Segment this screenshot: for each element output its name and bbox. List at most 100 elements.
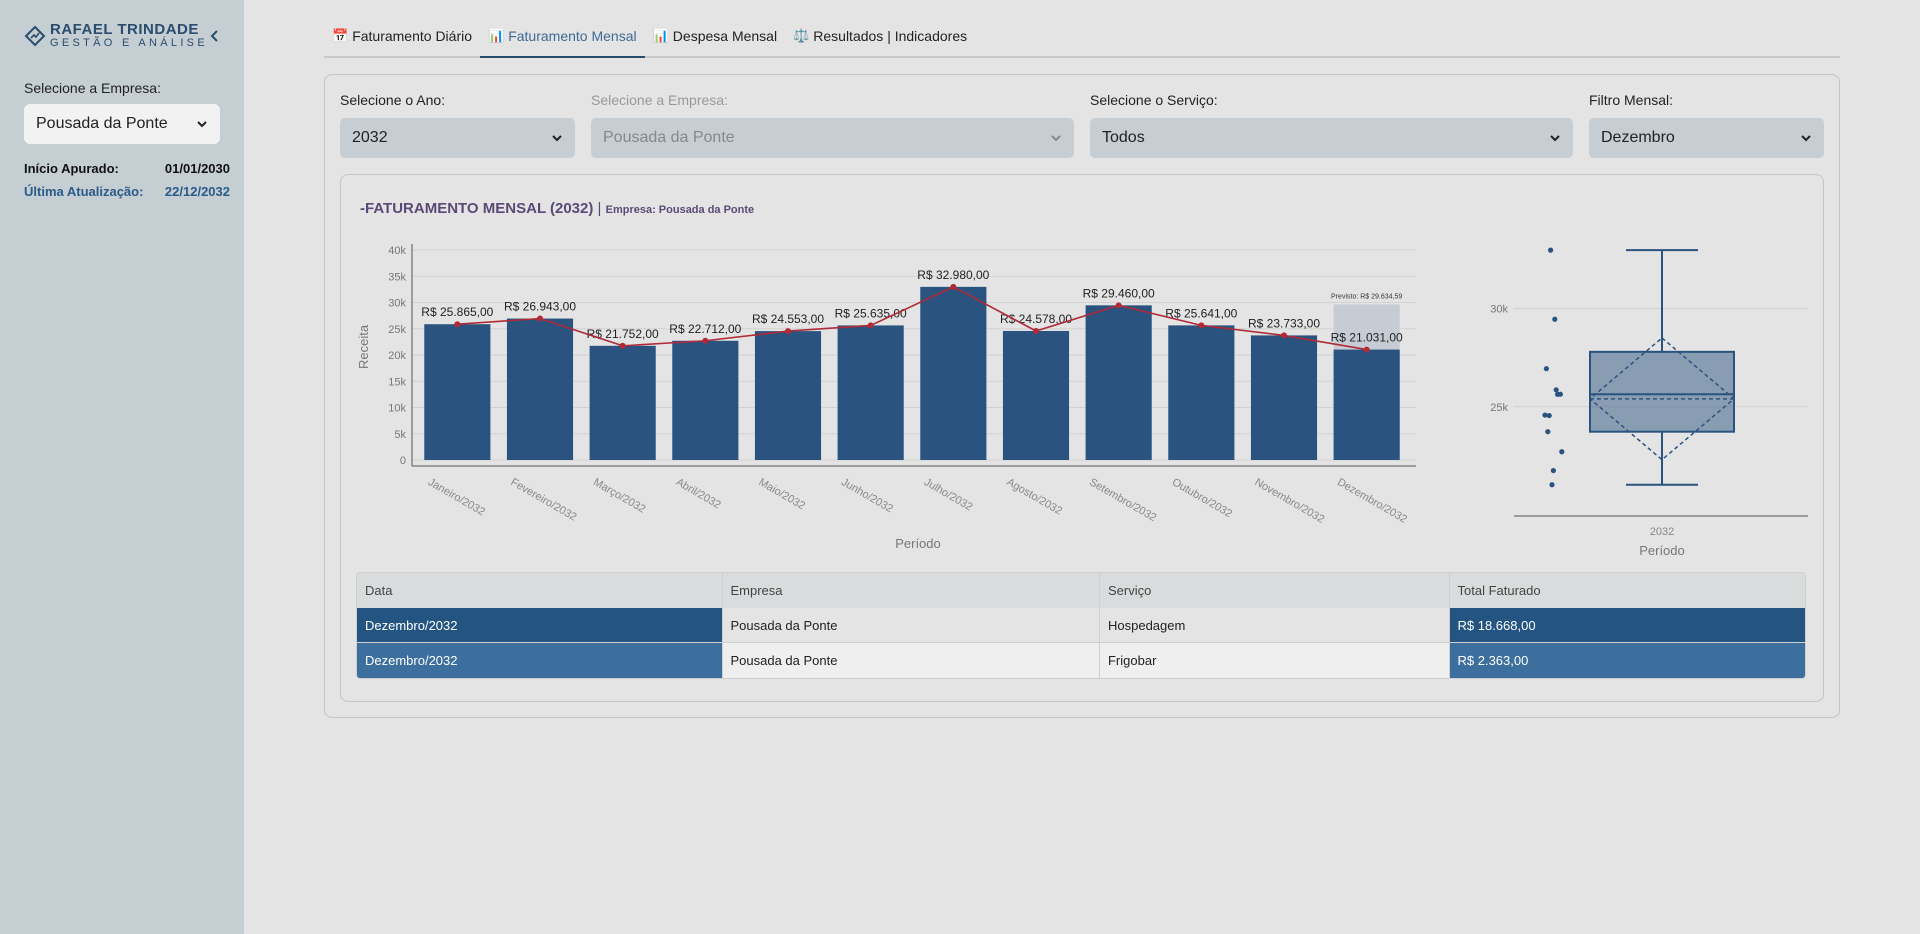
bar <box>506 318 574 460</box>
inicio-value: 01/01/2030 <box>164 161 230 176</box>
filter-ano: Selecione o Ano: 2032 <box>340 92 575 158</box>
bar-value-label: R$ 29.460,00 <box>1083 286 1155 300</box>
column-header-data[interactable]: Data <box>357 573 723 608</box>
bar <box>672 340 739 460</box>
y-tick-label: 40k <box>388 245 406 257</box>
x-tick-label: Outubro/2032 <box>1170 476 1234 520</box>
mensal-select-value: Dezembro <box>1601 129 1675 146</box>
x-tick-label: Setembro/2032 <box>1087 476 1158 524</box>
trend-point <box>785 328 791 335</box>
data-point <box>1548 247 1554 253</box>
tab-despesa-mensal[interactable]: 📊 Despesa Mensal <box>645 22 785 58</box>
table-cell-data: Dezembro/2032 <box>357 643 723 678</box>
chart-title-subtitle: Empresa: Pousada da Ponte <box>605 204 755 216</box>
tab-label: Despesa Mensal <box>672 28 778 44</box>
bar <box>754 331 822 460</box>
filter-empresa-label: Selecione a Empresa: <box>591 92 728 108</box>
bar-value-label: R$ 22.712,00 <box>669 322 741 336</box>
tab-resultados-indicadores[interactable]: ⚖️ Resultados | Indicadores <box>785 22 975 58</box>
company-select[interactable]: Pousada da Ponte <box>24 104 220 144</box>
forecast-label: Previsto: R$ 29.634,59 <box>1331 293 1402 300</box>
tab-faturamento-diario[interactable]: 📅 Faturamento Diário <box>324 22 480 58</box>
y-tick-label: 30k <box>388 298 406 310</box>
x-tick-label: Julho/2032 <box>922 476 975 513</box>
bar <box>1333 349 1400 460</box>
y-tick-label: 30k <box>1490 304 1508 316</box>
bar-value-label: R$ 26.943,00 <box>504 300 576 314</box>
servico-select[interactable]: Todos <box>1090 118 1573 158</box>
x-tick-label: Maio/2032 <box>757 476 807 512</box>
column-header-servico[interactable]: Serviço <box>1100 573 1450 608</box>
y-tick-label: 15k <box>388 376 406 388</box>
bar-chart-icon: 📊 <box>652 28 669 43</box>
logo-icon <box>24 25 46 46</box>
logo-subtitle: GESTÃO E ANÁLISE <box>50 37 208 49</box>
y-tick-label: 20k <box>388 350 406 362</box>
x-tick-label: Dezembro/2032 <box>1335 476 1409 526</box>
tab-label: Faturamento Mensal <box>508 28 637 44</box>
x-tick-label: Janeiro/2032 <box>426 476 487 518</box>
bar-value-label: R$ 21.031,00 <box>1331 331 1403 345</box>
data-point <box>1557 391 1563 397</box>
bar <box>920 286 987 460</box>
brand-logo: RAFAEL TRINDADE GESTÃO E ANÁLISE <box>24 22 208 49</box>
trend-point <box>1198 322 1205 329</box>
chevron-down-icon <box>1550 135 1560 142</box>
table-cell-total: R$ 2.363,00 <box>1449 643 1805 678</box>
bar-value-label: R$ 21.752,00 <box>587 327 659 341</box>
trend-point <box>1115 302 1122 309</box>
bar-value-label: R$ 23.733,00 <box>1248 316 1320 330</box>
y-axis-title: Receita <box>356 324 371 369</box>
column-header-total[interactable]: Total Faturado <box>1450 573 1806 608</box>
x-tick-label: Março/2032 <box>591 476 647 515</box>
x-tick-label: Abril/2032 <box>674 476 723 511</box>
iqr-box <box>1589 350 1735 433</box>
chart-title-separator: | <box>597 200 602 217</box>
y-tick-label: 35k <box>388 271 406 283</box>
revenue-table: Data Empresa Serviço Total Faturado Deze… <box>356 572 1806 679</box>
bar <box>837 325 904 460</box>
y-tick-label: 10k <box>388 403 406 415</box>
filter-mensal-label: Filtro Mensal: <box>1589 92 1674 108</box>
chart-title: -FATURAMENTO MENSAL (2032) | Empresa: Po… <box>360 200 754 217</box>
company-select-label: Selecione a Empresa: <box>24 80 161 96</box>
bar <box>1002 330 1070 460</box>
table-cell-total: R$ 18.668,00 <box>1449 608 1805 642</box>
bar <box>589 345 656 460</box>
inicio-apurado: Início Apurado: 01/01/2030 <box>24 161 230 176</box>
bar-chart-icon: 📊 <box>488 28 505 43</box>
table-cell-servico: Hospedagem <box>1099 608 1450 642</box>
tab-bar: 📅 Faturamento Diário 📊 Faturamento Mensa… <box>324 22 1840 58</box>
scales-icon: ⚖️ <box>793 28 810 43</box>
trend-point <box>1363 346 1370 353</box>
mensal-select[interactable]: Dezembro <box>1589 118 1824 158</box>
chevron-down-icon <box>1801 135 1811 142</box>
bar-value-label: R$ 25.865,00 <box>421 305 493 319</box>
x-tick-label: Novembro/2032 <box>1253 476 1327 526</box>
trend-point <box>702 337 709 344</box>
data-point <box>1552 316 1558 322</box>
data-point <box>1559 449 1565 455</box>
ano-select-value: 2032 <box>352 129 388 146</box>
bar <box>424 324 491 460</box>
filter-servico-label: Selecione o Serviço: <box>1090 92 1218 108</box>
x-tick-label: 2032 <box>1650 526 1674 538</box>
ano-select[interactable]: 2032 <box>340 118 575 158</box>
table-row: Dezembro/2032 Pousada da Ponte Hospedage… <box>357 608 1805 643</box>
table-cell-empresa: Pousada da Ponte <box>722 608 1100 642</box>
trend-point <box>867 322 874 329</box>
column-header-empresa[interactable]: Empresa <box>723 573 1100 608</box>
atualizacao-value: 22/12/2032 <box>164 184 230 199</box>
data-point <box>1542 412 1548 418</box>
data-point <box>1553 387 1559 393</box>
trend-point <box>454 321 461 328</box>
empresa-select-value: Pousada da Ponte <box>603 129 735 146</box>
chart-title-main: -FATURAMENTO MENSAL (2032) <box>360 200 594 217</box>
chevron-down-icon <box>552 135 562 142</box>
revenue-box-plot: 25k 30k 2032 Período <box>1490 247 1808 558</box>
collapse-sidebar-button[interactable] <box>205 26 225 46</box>
x-axis-title: Período <box>1639 543 1685 558</box>
tab-faturamento-mensal[interactable]: 📊 Faturamento Mensal <box>480 22 645 58</box>
y-tick-label: 25k <box>1490 402 1508 414</box>
x-tick-label: Fevereiro/2032 <box>509 476 579 523</box>
